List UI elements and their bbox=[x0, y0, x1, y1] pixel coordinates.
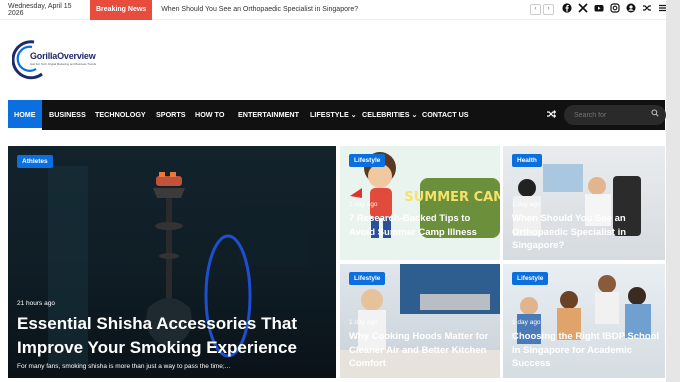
search-box bbox=[564, 105, 666, 125]
post-time: 1 day ago bbox=[349, 319, 378, 326]
featured-post-card[interactable]: Athletes 21 hours ago Essential Shisha A… bbox=[8, 146, 336, 378]
nav-lifestyle[interactable]: LIFESTYLE ⌄ bbox=[310, 100, 357, 130]
random-article-icon[interactable] bbox=[546, 109, 557, 121]
category-badge[interactable]: Lifestyle bbox=[512, 272, 549, 285]
post-excerpt: For many fans, smoking shisha is more th… bbox=[17, 363, 231, 370]
hamburger-menu-icon[interactable] bbox=[658, 3, 666, 15]
logo-name-part1: Gorilla bbox=[30, 51, 58, 61]
post-title[interactable]: 7 Research-Backed Tips to Avoid Summer C… bbox=[349, 212, 497, 239]
nav-celebrities[interactable]: CELEBRITIES ⌄ bbox=[362, 100, 418, 130]
post-card[interactable]: Lifestyle 1 day ago Choosing the Right I… bbox=[503, 264, 665, 378]
social-links bbox=[562, 3, 666, 15]
category-badge[interactable]: Health bbox=[512, 154, 542, 167]
post-time: 1 day ago bbox=[349, 201, 378, 208]
search-icon[interactable] bbox=[651, 109, 659, 119]
nav-contact-us[interactable]: CONTACT US bbox=[422, 100, 469, 130]
nav-entertainment[interactable]: ENTERTAINMENT bbox=[238, 100, 299, 130]
nav-how-to[interactable]: HOW TO bbox=[195, 100, 224, 130]
site-logo[interactable]: GorillaOverview Hub For Tech, Digital Ma… bbox=[12, 38, 112, 80]
logo-wordmark: GorillaOverview bbox=[30, 51, 96, 61]
post-time: 1 day ago bbox=[512, 319, 541, 326]
ticker-arrows: ‹ › bbox=[530, 4, 554, 15]
current-date: Wednesday, April 15 2026 bbox=[8, 2, 72, 17]
facebook-icon[interactable] bbox=[562, 3, 572, 15]
search-input[interactable] bbox=[574, 109, 644, 121]
category-badge[interactable]: Lifestyle bbox=[349, 154, 386, 167]
nav-business[interactable]: BUSINESS bbox=[49, 100, 86, 130]
post-title[interactable]: Essential Shisha Accessories That Improv… bbox=[17, 312, 329, 360]
category-badge[interactable]: Athletes bbox=[17, 155, 53, 168]
ticker-prev-button[interactable]: ‹ bbox=[530, 4, 541, 15]
post-card[interactable]: Health 1 day ago When Should You See an … bbox=[503, 146, 665, 260]
summer-camp-art-text: SUMMER CAMP bbox=[404, 190, 500, 205]
post-time: 1 day ago bbox=[512, 201, 541, 208]
nav-sports[interactable]: SPORTS bbox=[156, 100, 186, 130]
post-card[interactable]: SUMMER CAMP Lifestyle 1 day ago 7 Resear… bbox=[340, 146, 500, 260]
main-nav: HOME BUSINESS TECHNOLOGY SPORTS HOW TO E… bbox=[8, 100, 666, 130]
nav-technology[interactable]: TECHNOLOGY bbox=[95, 100, 146, 130]
nav-home[interactable]: HOME bbox=[8, 100, 42, 130]
top-bar: Wednesday, April 15 2026 Breaking News W… bbox=[0, 0, 666, 20]
post-title[interactable]: Why Cooking Hoods Matter for Cleaner Air… bbox=[349, 330, 497, 371]
breaking-news-label: Breaking News bbox=[90, 0, 153, 20]
youtube-icon[interactable] bbox=[594, 3, 604, 15]
breaking-news-ticker[interactable]: When Should You See an Orthopaedic Speci… bbox=[161, 6, 358, 13]
logo-tagline: Hub For Tech, Digital Marketing and Busi… bbox=[30, 62, 97, 66]
post-card[interactable]: Lifestyle 1 day ago Why Cooking Hoods Ma… bbox=[340, 264, 500, 378]
post-title[interactable]: When Should You See an Orthopaedic Speci… bbox=[512, 212, 662, 253]
instagram-icon[interactable] bbox=[610, 3, 620, 15]
post-time: 21 hours ago bbox=[17, 300, 55, 307]
page: Wednesday, April 15 2026 Breaking News W… bbox=[0, 0, 680, 382]
logo-name-part2: Overview bbox=[57, 51, 96, 61]
shuffle-icon[interactable] bbox=[642, 3, 652, 15]
ticker-next-button[interactable]: › bbox=[543, 4, 554, 15]
post-title[interactable]: Choosing the Right IBDP School in Singap… bbox=[512, 330, 662, 371]
user-account-icon[interactable] bbox=[626, 3, 636, 15]
category-badge[interactable]: Lifestyle bbox=[349, 272, 386, 285]
x-twitter-icon[interactable] bbox=[578, 3, 588, 15]
